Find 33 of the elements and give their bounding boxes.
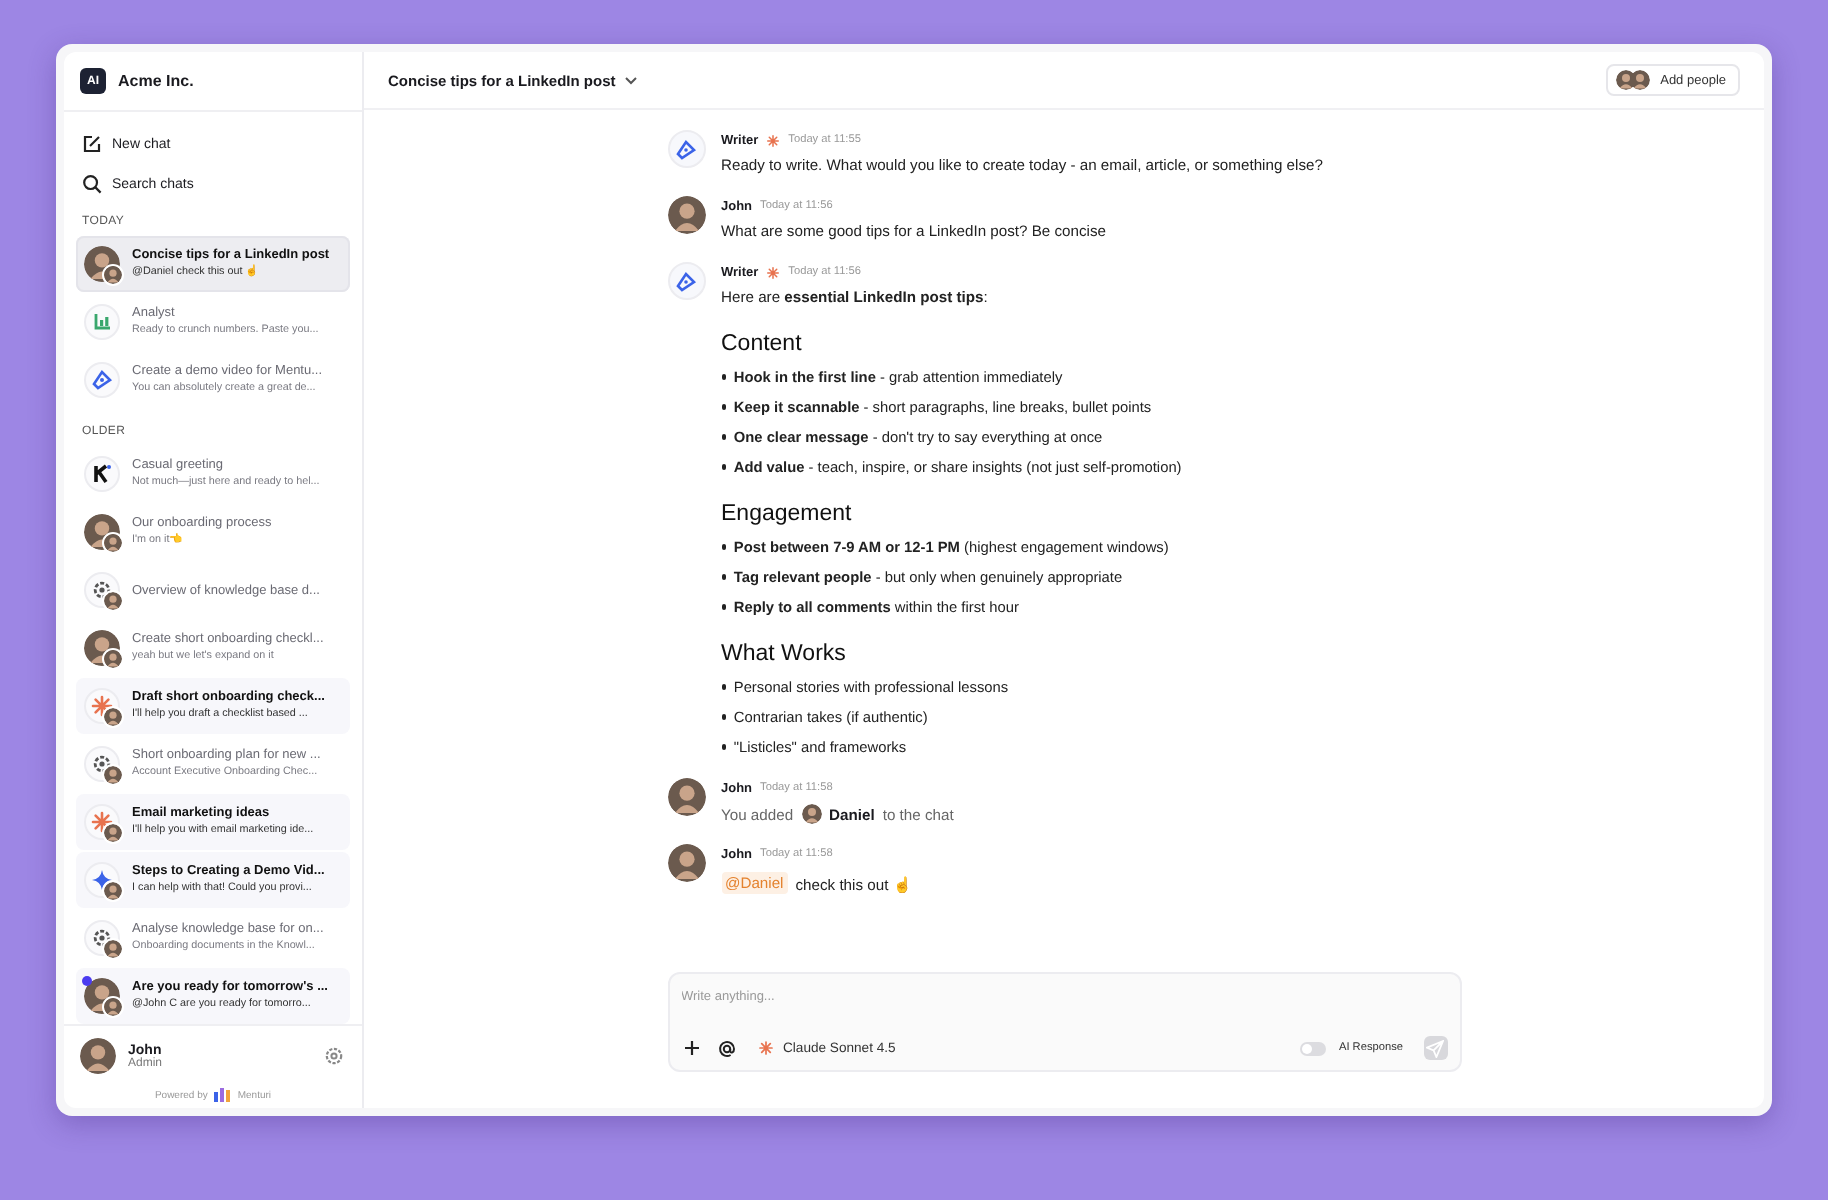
bullet-icon <box>721 684 726 690</box>
model-icon <box>766 265 781 279</box>
workspace-name: Acme Inc. <box>118 72 194 90</box>
pen-nib-icon <box>674 137 698 161</box>
bullet-icon <box>721 544 726 550</box>
brand-logo-icon <box>213 1088 232 1102</box>
mention-button[interactable] <box>715 1037 737 1059</box>
compose-icon <box>82 134 102 154</box>
bullet-icon <box>721 464 726 470</box>
model-icon <box>766 133 781 147</box>
bullet-icon <box>721 574 726 580</box>
member-avatar <box>1630 70 1651 90</box>
settings-button[interactable] <box>322 1044 346 1068</box>
bullet-icon <box>721 374 726 380</box>
bullet-icon <box>721 604 726 610</box>
chevron-down-icon <box>623 75 638 85</box>
add-button[interactable] <box>681 1037 703 1059</box>
user-avatar <box>667 778 705 816</box>
user-avatar <box>667 844 705 882</box>
bullet-icon <box>721 434 726 440</box>
section-heading: Content <box>721 332 804 356</box>
section-heading: What Works <box>721 642 848 666</box>
bullet-icon <box>721 404 726 410</box>
user-avatar <box>667 196 705 234</box>
bullet-icon <box>721 744 726 750</box>
ai-response-toggle[interactable] <box>1300 1041 1327 1055</box>
section-heading: Engagement <box>721 502 854 526</box>
bullet-icon <box>721 714 726 720</box>
user-avatar <box>80 1038 116 1074</box>
pen-nib-icon <box>674 269 698 293</box>
search-icon <box>82 174 102 194</box>
member-avatar <box>801 804 822 824</box>
starburst-icon <box>757 1040 773 1056</box>
